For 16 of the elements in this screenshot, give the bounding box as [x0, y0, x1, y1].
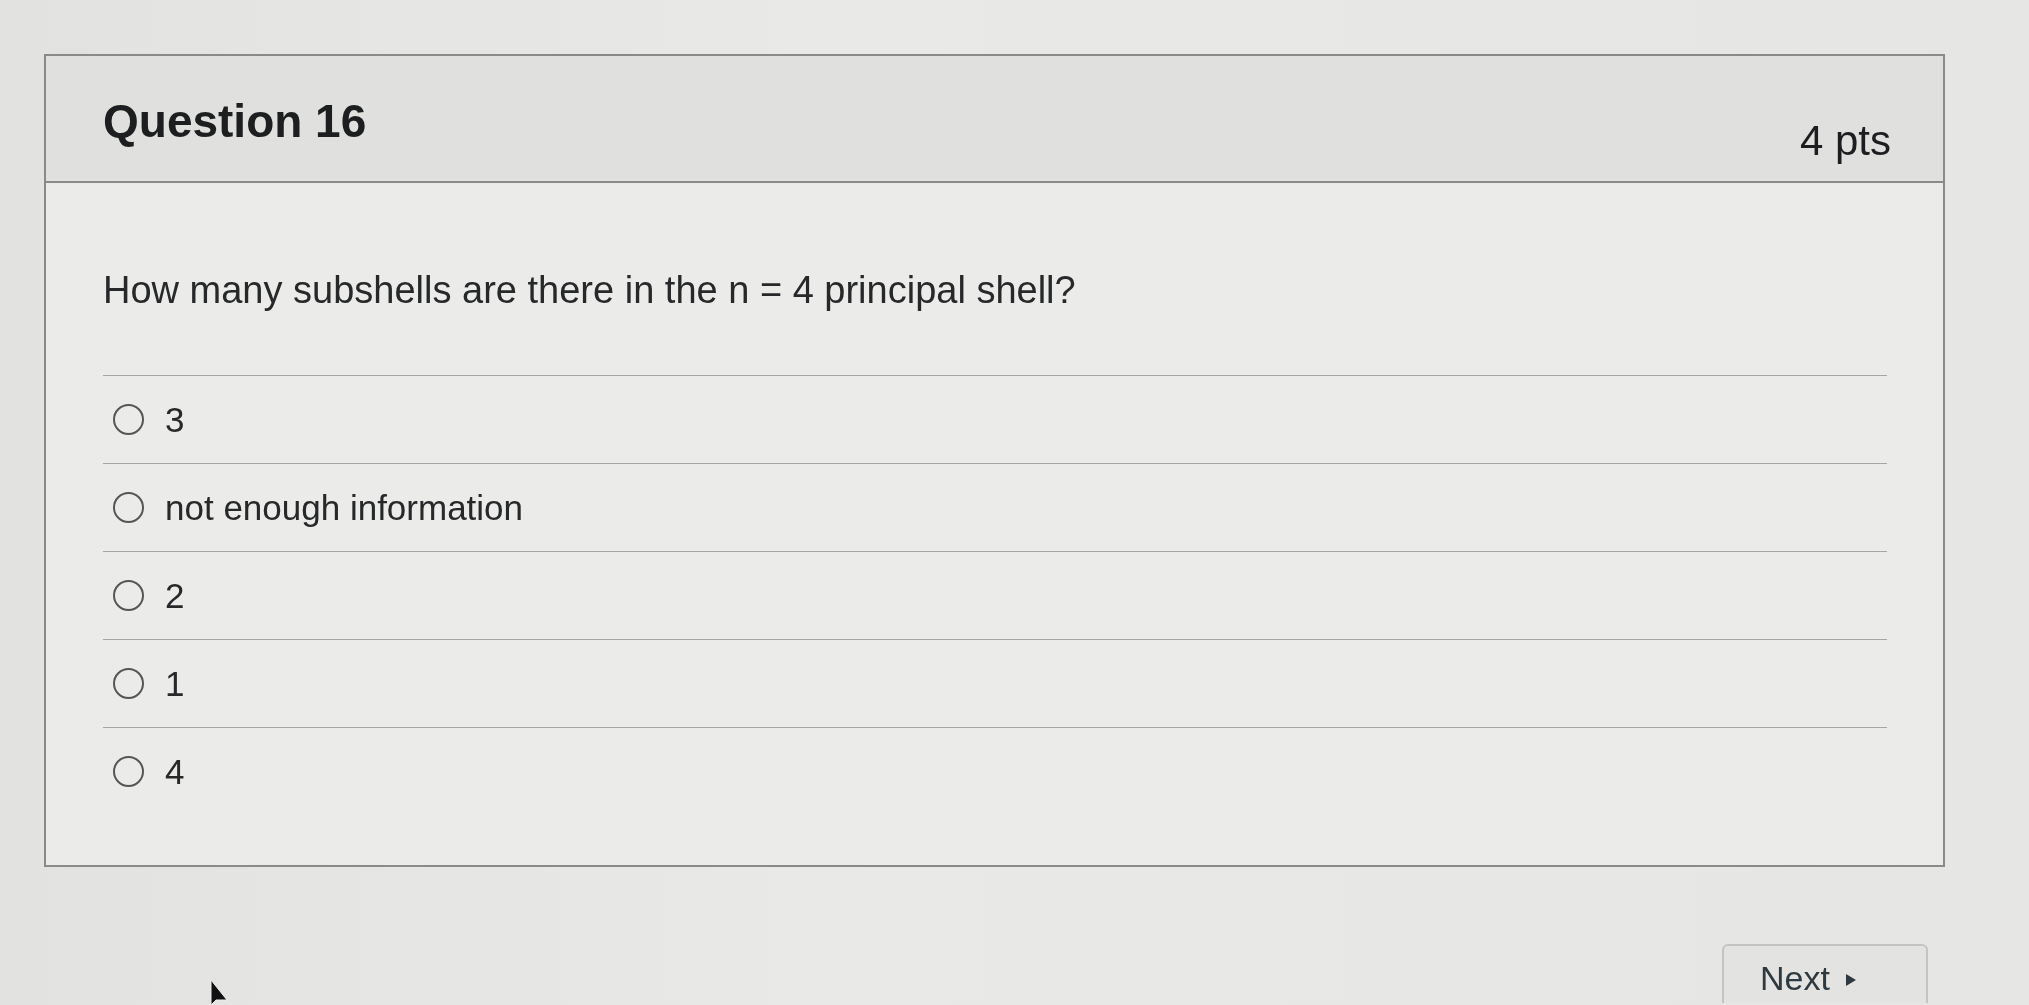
question-points: 4 pts [1799, 116, 1891, 166]
question-text: How many subshells are there in the n = 4 principal shell? [103, 268, 1077, 313]
cursor-icon [210, 980, 228, 1005]
radio-button[interactable] [113, 492, 144, 523]
radio-button[interactable] [113, 404, 144, 435]
next-button[interactable]: Next [1722, 944, 1928, 1003]
question-title: Question 16 [103, 94, 367, 148]
option-label[interactable]: not enough information [165, 486, 524, 529]
option-label[interactable]: 3 [165, 398, 185, 441]
radio-button[interactable] [113, 580, 144, 611]
caret-icon [1845, 974, 1856, 986]
option-label[interactable]: 2 [165, 574, 185, 617]
radio-button[interactable] [113, 668, 144, 699]
option-label[interactable]: 4 [165, 750, 185, 793]
option-label[interactable]: 1 [165, 662, 185, 705]
radio-button[interactable] [113, 756, 144, 787]
